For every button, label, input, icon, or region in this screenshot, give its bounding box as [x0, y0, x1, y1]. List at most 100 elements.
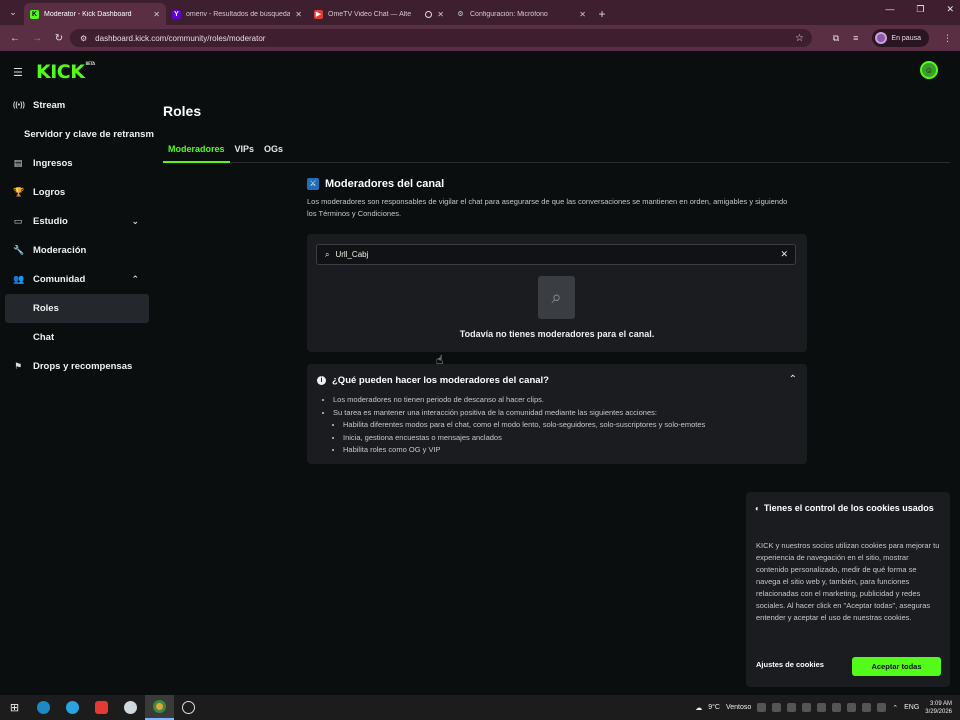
faq-title: ¿Qué pueden hacer los moderadores del ca… — [332, 375, 549, 386]
clear-search-icon[interactable]: ✕ — [780, 249, 788, 260]
bookmark-star-icon[interactable]: ☆ — [795, 33, 804, 44]
tray-app-icon[interactable] — [862, 703, 872, 712]
chevron-down-icon[interactable]: ⌄ — [131, 216, 139, 227]
tab-moderadores[interactable]: Moderadores — [163, 139, 230, 163]
cookie-header: ◐ Tienes el control de los cookies usado… — [755, 502, 943, 515]
sidebar-item-stream[interactable]: ((•)) Stream — [0, 91, 155, 120]
empty-state-message: Todavía no tienes moderadores para el ca… — [459, 329, 655, 339]
search-icon: ⌕ — [325, 249, 330, 259]
wrench-icon: 🔧 — [13, 245, 25, 255]
section-title: Moderadores del canal — [325, 178, 445, 190]
tray-app-icon[interactable] — [817, 703, 827, 712]
sidebar-item-roles[interactable]: Roles — [5, 294, 149, 323]
chevron-up-icon[interactable]: ⌃ — [131, 274, 139, 285]
tab-ogs[interactable]: OGs — [259, 139, 288, 163]
sidebar-item-label: Servidor y clave de retransm — [24, 129, 154, 140]
extensions-icon[interactable]: ⧉ — [833, 33, 839, 44]
profile-status: En pausa — [891, 34, 921, 42]
minimize-icon[interactable]: — — [885, 4, 894, 15]
recording-indicator-icon — [425, 10, 433, 18]
cookie-icon: ◐ — [755, 504, 760, 513]
user-avatar[interactable]: ☺ — [920, 61, 938, 79]
close-tab-icon[interactable]: ✕ — [437, 10, 444, 19]
tab-title: Moderator - Kick Dashboard — [44, 10, 132, 18]
search-input[interactable] — [335, 250, 756, 259]
search-box[interactable]: ⌕ ✕ — [316, 244, 796, 265]
weather-text: Ventoso — [725, 704, 752, 711]
list-item: Su tarea es mantener una interacción pos… — [333, 407, 705, 457]
sidebar-item-stream-key[interactable]: Servidor y clave de retransm — [0, 120, 155, 149]
telegram-icon[interactable] — [58, 695, 87, 720]
tray-app-icon[interactable] — [787, 703, 797, 712]
clock-time: 3:09 AM — [929, 700, 952, 707]
tray-overflow-icon[interactable]: ⌃ — [892, 704, 898, 712]
language-indicator[interactable]: ENG — [904, 704, 919, 711]
chevron-up-icon[interactable]: ⌃ — [789, 374, 797, 385]
close-tab-icon[interactable]: ✕ — [153, 10, 160, 19]
tab-search-icon[interactable]: ⌄ — [2, 1, 24, 23]
browser-menu-icon[interactable]: ⋮ — [943, 33, 952, 44]
section-description: Los moderadores son responsables de vigi… — [307, 197, 788, 218]
tray-app-icon[interactable] — [832, 703, 842, 712]
faq-header[interactable]: i ¿Qué pueden hacer los moderadores del … — [317, 375, 549, 386]
tray-app-icon[interactable] — [802, 703, 812, 712]
browser-toolbar: ← → ↻ ⚙ dashboard.kick.com/community/rol… — [0, 25, 960, 51]
weather-icon: ☁ — [695, 704, 703, 712]
sidebar-item-estudio[interactable]: ▭ Estudio ⌄ — [0, 207, 155, 236]
browser-tab-ometv[interactable]: ▶ OmeTV Video Chat — Alte ✕ — [308, 3, 450, 25]
media-icon[interactable]: ≡ — [853, 33, 858, 43]
edge-icon[interactable] — [29, 695, 58, 720]
hand-cursor-icon: ☝ — [436, 353, 444, 367]
sidebar-item-label: Roles — [33, 303, 59, 314]
drops-icon: ⚑ — [13, 361, 23, 371]
wps-icon[interactable] — [87, 695, 116, 720]
obs-icon[interactable] — [174, 695, 203, 720]
sidebar-item-ingresos[interactable]: ▤ Ingresos — [0, 149, 155, 178]
cookie-settings-button[interactable]: Ajustes de cookies — [756, 660, 824, 669]
sidebar: ((•)) Stream Servidor y clave de retrans… — [0, 91, 155, 381]
accept-all-cookies-button[interactable]: Aceptar todas — [852, 657, 941, 676]
close-tab-icon[interactable]: ✕ — [295, 10, 302, 19]
sidebar-item-label: Chat — [33, 332, 55, 343]
cookie-banner: ◐ Tienes el control de los cookies usado… — [746, 492, 950, 687]
empty-document-search-icon: ⌕ — [538, 276, 575, 319]
profile-button[interactable]: En pausa — [872, 29, 929, 47]
forward-arrow-icon[interactable]: → — [26, 33, 48, 44]
sidebar-item-label: Logros — [33, 187, 66, 198]
browser-tab-settings[interactable]: ⚙ Configuración: Micrófono ✕ — [450, 3, 592, 25]
info-icon: i — [317, 376, 326, 385]
browser-tab-search[interactable]: Y omeriv - Resultados de búsqueda ✕ — [166, 3, 308, 25]
clock[interactable]: 3:09 AM 3/29/2026 — [925, 700, 952, 716]
tray-app-icon[interactable] — [877, 703, 887, 712]
community-icon: 👥 — [13, 274, 25, 284]
sidebar-item-drops[interactable]: ⚑ Drops y recompensas — [0, 352, 155, 381]
tray-app-icon[interactable] — [757, 703, 767, 712]
back-arrow-icon[interactable]: ← — [4, 33, 26, 44]
site-info-icon[interactable]: ⚙ — [80, 34, 87, 43]
sidebar-item-chat[interactable]: Chat — [0, 323, 155, 352]
sidebar-item-logros[interactable]: 🏆 Logros — [0, 178, 155, 207]
sidebar-item-label: Ingresos — [33, 158, 73, 169]
page-title: Roles — [163, 103, 202, 119]
reload-icon[interactable]: ↻ — [48, 33, 70, 44]
windows-start-icon[interactable]: ⊞ — [0, 695, 29, 720]
sidebar-item-label: Comunidad — [33, 274, 86, 285]
new-tab-icon[interactable]: + — [592, 3, 612, 25]
ball-app-icon[interactable] — [116, 695, 145, 720]
sidebar-item-label: Stream — [33, 100, 66, 111]
tray-app-icon[interactable] — [847, 703, 857, 712]
address-bar[interactable]: ⚙ dashboard.kick.com/community/roles/mod… — [70, 29, 812, 47]
sidebar-item-label: Drops y recompensas — [33, 361, 133, 372]
trophy-icon: 🏆 — [13, 187, 25, 197]
chrome-icon[interactable] — [145, 695, 174, 720]
tray-app-icon[interactable] — [772, 703, 782, 712]
kick-logo[interactable]: KICKBETA — [36, 61, 95, 83]
hamburger-menu-icon[interactable]: ☰ — [13, 66, 23, 79]
maximize-icon[interactable]: ❐ — [916, 4, 924, 15]
browser-tab-kick[interactable]: K Moderator - Kick Dashboard ✕ — [24, 3, 166, 25]
close-window-icon[interactable]: ✕ — [946, 4, 954, 15]
sidebar-item-moderacion[interactable]: 🔧 Moderación — [0, 236, 155, 265]
close-tab-icon[interactable]: ✕ — [579, 10, 586, 19]
tab-vips[interactable]: VIPs — [230, 139, 260, 163]
sidebar-item-comunidad[interactable]: 👥 Comunidad ⌃ — [0, 265, 155, 294]
